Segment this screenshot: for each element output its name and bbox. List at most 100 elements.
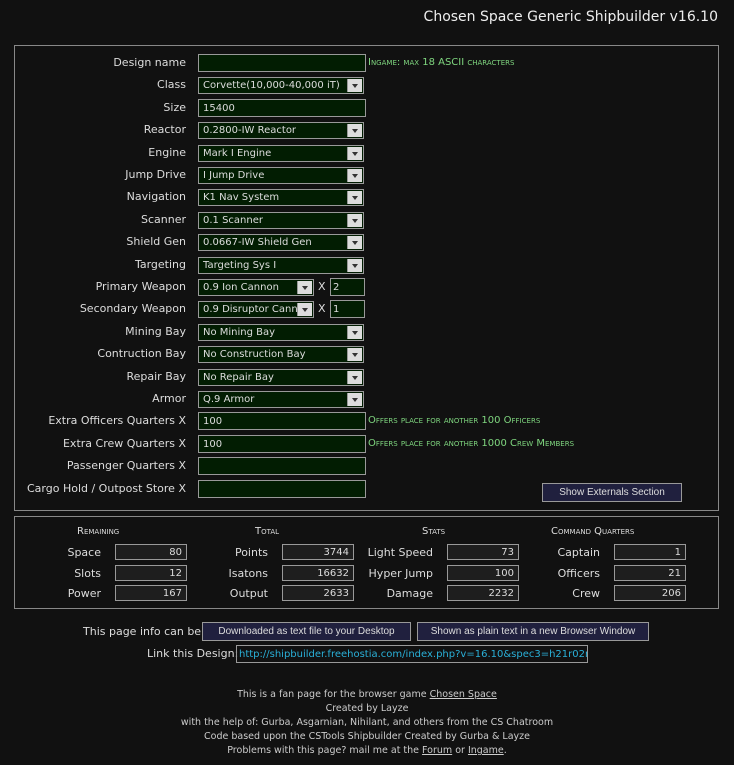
class-select[interactable]: Corvette(10,000-40,000 iT) (198, 77, 364, 95)
secondary-weapon-quantity-input[interactable]: 1 (330, 300, 365, 319)
chevron-down-icon[interactable] (347, 236, 362, 250)
chevron-down-icon[interactable] (347, 325, 362, 339)
footer-text: This is a fan page for the browser game (237, 689, 430, 700)
navigation-selected-value: K1 Nav System (203, 192, 280, 204)
link-label: Link this Design: (147, 647, 239, 660)
extra-officers-quarters-x-note: Offers place for another 100 Officers (368, 415, 541, 427)
shield-gen-selected-value: 0.0667-IW Shield Gen (203, 237, 312, 249)
primary-weapon-label: Primary Weapon (95, 280, 186, 293)
mining-bay-selected-value: No Mining Bay (203, 326, 276, 338)
design-name-input[interactable] (198, 54, 366, 72)
jump-drive-select[interactable]: I Jump Drive (198, 167, 364, 184)
primary-weapon-select[interactable]: 0.9 Ion Cannon (198, 279, 314, 296)
navigation-label: Navigation (126, 190, 186, 204)
contruction-bay-selected-value: No Construction Bay (203, 349, 306, 361)
size-label: Size (163, 100, 186, 114)
stat-value-power: 167 (115, 585, 187, 601)
mining-bay-label: Mining Bay (125, 324, 186, 338)
chevron-down-icon[interactable] (347, 79, 362, 93)
repair-bay-label: Repair Bay (126, 369, 186, 383)
targeting-select[interactable]: Targeting Sys I (198, 256, 364, 274)
stat-label-light-speed: Light Speed (367, 546, 433, 559)
multiplier-label: X (318, 302, 326, 316)
stat-label-space: Space (67, 546, 101, 559)
jump-drive-selected-value: I Jump Drive (203, 170, 265, 181)
targeting-selected-value: Targeting Sys I (203, 259, 277, 271)
stat-label-officers: Officers (557, 566, 600, 580)
cargo-hold-outpost-store-x-label: Cargo Hold / Outpost Store X (26, 481, 186, 495)
forum-link[interactable]: Forum (422, 745, 452, 756)
primary-weapon-quantity-input[interactable]: 2 (330, 278, 365, 296)
primary-weapon-selected-value: 0.9 Ion Cannon (203, 282, 279, 293)
engine-label: Engine (148, 145, 186, 159)
chevron-down-icon[interactable] (347, 393, 362, 406)
footer-line-5: Problems with this page? mail me at the … (0, 745, 734, 756)
secondary-weapon-select[interactable]: 0.9 Disruptor Cannon (198, 301, 314, 319)
design-link-input[interactable]: http://shipbuilder.freehostia.com/index.… (236, 645, 588, 663)
chevron-down-icon[interactable] (347, 258, 362, 272)
chevron-down-icon[interactable] (347, 146, 362, 160)
repair-bay-select[interactable]: No Repair Bay (198, 368, 364, 386)
contruction-bay-select[interactable]: No Construction Bay (198, 346, 364, 364)
footer-line-4: Code based upon the CSTools Shipbuilder … (204, 731, 530, 742)
stat-label-damage: Damage (386, 587, 433, 600)
chevron-down-icon[interactable] (347, 348, 362, 362)
stats-header-stats: Stats (422, 526, 446, 537)
chevron-down-icon[interactable] (347, 370, 362, 384)
form-row-primary-weapon: Primary Weapon 0.9 Ion Cannon X 2 (15, 278, 718, 298)
stat-label-power: Power (67, 587, 101, 600)
form-row-repair-bay: Repair Bay No Repair Bay (15, 368, 718, 388)
extra-officers-quarters-x-label: Extra Officers Quarters X (48, 414, 186, 428)
chevron-down-icon[interactable] (297, 281, 312, 294)
shield-gen-select[interactable]: 0.0667-IW Shield Gen (198, 234, 364, 252)
stat-value-isatons: 16632 (282, 564, 354, 581)
form-row-reactor: Reactor 0.2800-IW Reactor (15, 121, 718, 141)
stat-label-crew: Crew (572, 587, 600, 600)
reactor-select[interactable]: 0.2800-IW Reactor (198, 122, 364, 140)
form-row-mining-bay: Mining Bay No Mining Bay (15, 323, 718, 343)
shield-gen-label: Shield Gen (126, 235, 186, 249)
class-label: Class (157, 78, 186, 92)
chevron-down-icon[interactable] (347, 213, 362, 227)
targeting-label: Targeting (134, 257, 186, 271)
stat-label-isatons: Isatons (228, 566, 268, 580)
plain-text-button[interactable]: Shown as plain text in a new Browser Win… (417, 622, 649, 641)
chevron-down-icon[interactable] (297, 303, 312, 317)
design-form: Show Externals Section Design name Ingame… (14, 45, 719, 511)
form-row-secondary-weapon: Secondary Weapon 0.9 Disruptor Cannon X 1 (15, 300, 718, 320)
form-row-size: Size 15400 (15, 98, 718, 119)
mining-bay-select[interactable]: No Mining Bay (198, 323, 364, 341)
form-row-passenger-quarters-x: Passenger Quarters X (15, 457, 718, 477)
ingame-link[interactable]: Ingame (468, 745, 504, 756)
scanner-select[interactable]: 0.1 Scanner (198, 211, 364, 229)
stats-header-total: Total (255, 526, 280, 537)
armor-select[interactable]: Q.9 Armor (198, 391, 364, 408)
armor-selected-value: Q.9 Armor (203, 394, 255, 405)
design-name-note: Ingame: max 18 ASCII characters (368, 57, 515, 68)
chevron-down-icon[interactable] (347, 124, 362, 138)
extra-crew-quarters-x-note: Offers place for another 1000 Crew Membe… (368, 437, 575, 449)
stat-label-output: Output (229, 587, 268, 600)
reactor-selected-value: 0.2800-IW Reactor (203, 125, 297, 137)
chevron-down-icon[interactable] (347, 169, 362, 182)
extra-officers-quarters-x-input[interactable]: 100 (198, 412, 366, 431)
chevron-down-icon[interactable] (347, 191, 362, 205)
form-row-navigation: Navigation K1 Nav System (15, 188, 718, 208)
footer-line-2: Created by Layze (325, 703, 409, 714)
stat-value-light-speed: 73 (447, 544, 519, 560)
cargo-hold-outpost-store-x-input[interactable] (198, 479, 366, 498)
form-row-jump-drive: Jump Drive I Jump Drive (15, 166, 718, 186)
passenger-quarters-x-label: Passenger Quarters X (66, 459, 186, 473)
contruction-bay-label: Contruction Bay (97, 347, 186, 361)
passenger-quarters-x-input[interactable] (198, 457, 366, 476)
navigation-select[interactable]: K1 Nav System (198, 189, 364, 207)
secondary-weapon-label: Secondary Weapon (79, 302, 186, 316)
size-input[interactable]: 15400 (198, 98, 366, 117)
jump-drive-label: Jump Drive (125, 168, 186, 181)
download-text-button[interactable]: Downloaded as text file to your Desktop (202, 622, 411, 641)
engine-select[interactable]: Mark I Engine (198, 144, 364, 162)
extra-crew-quarters-x-input[interactable]: 100 (198, 434, 366, 453)
form-row-scanner: Scanner 0.1 Scanner (15, 211, 718, 231)
stat-label-hyper-jump: Hyper Jump (368, 566, 433, 580)
chosen-space-link[interactable]: Chosen Space (430, 689, 497, 700)
